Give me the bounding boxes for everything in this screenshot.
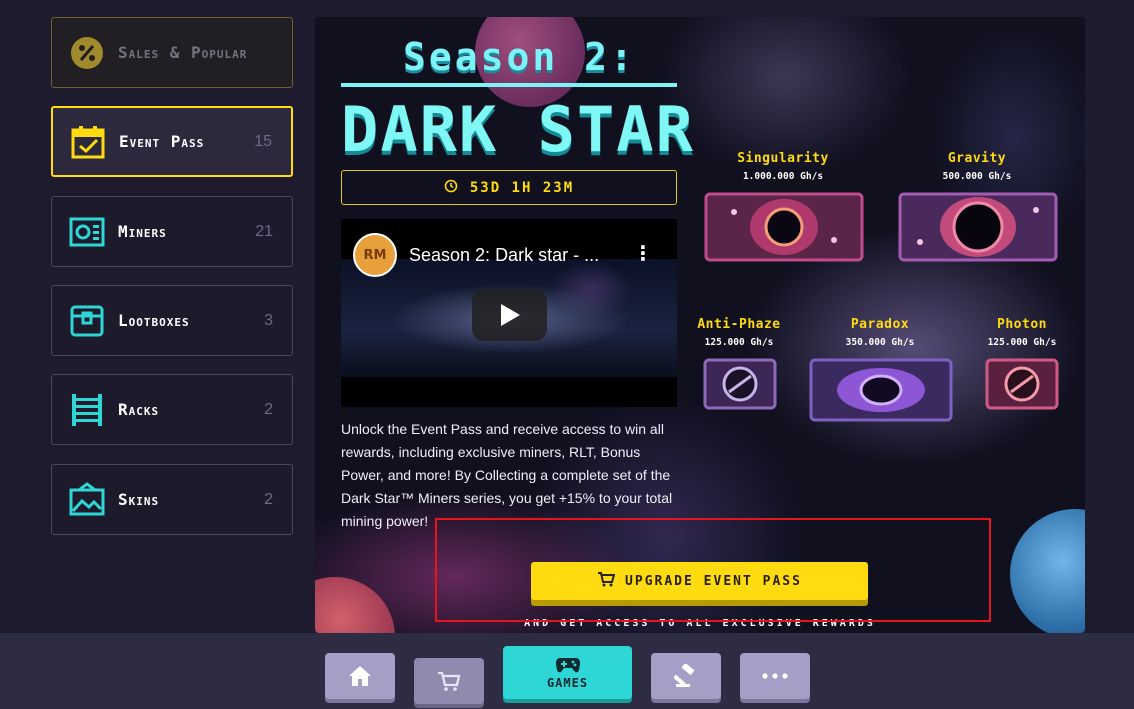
miner-rate: 125.000 Gh/s <box>704 337 774 348</box>
sidebar-item-count: 21 <box>255 222 273 240</box>
timer-value: 53D 1H 23M <box>469 179 575 196</box>
sidebar-item-label: Lootboxes <box>118 311 190 330</box>
miner-rate: 500.000 Gh/s <box>942 171 1012 182</box>
percent-icon <box>69 35 105 71</box>
cart-icon <box>438 671 461 691</box>
more-options-icon[interactable]: ⋮ <box>633 243 653 263</box>
sidebar-item-label: Racks <box>118 400 160 419</box>
calendar-check-icon <box>70 124 106 160</box>
event-title: DARK STAR <box>341 93 695 166</box>
auction-gavel-icon <box>674 664 695 687</box>
miner-name: Paradox <box>850 317 910 332</box>
highlight-box <box>435 518 991 622</box>
miner-icon <box>69 214 105 250</box>
sidebar-item-label: Sales & Popular <box>118 43 248 62</box>
miner-rate: 350.000 Gh/s <box>845 337 915 348</box>
sidebar-item-sales-popular[interactable]: Sales & Popular <box>51 17 293 88</box>
sidebar-item-count: 15 <box>254 132 272 150</box>
miner-name: Anti-Phaze <box>697 317 781 332</box>
sidebar-item-label: Skins <box>118 490 160 509</box>
clock-icon <box>444 178 458 197</box>
miner-rate: 125.000 Gh/s <box>987 337 1057 348</box>
sidebar-item-count: 3 <box>264 311 273 329</box>
paradox-miner-icon[interactable] <box>809 358 953 422</box>
sidebar-item-count: 2 <box>264 490 273 508</box>
games-label: GAMES <box>546 675 589 690</box>
miner-name: Singularity <box>737 151 829 166</box>
singularity-miner-icon[interactable] <box>704 192 864 262</box>
planet-decoration <box>1010 509 1085 633</box>
sidebar-item-miners[interactable]: Miners 21 <box>51 196 293 267</box>
miner-name: Gravity <box>947 151 1007 166</box>
sidebar-item-lootboxes[interactable]: Lootboxes 3 <box>51 285 293 356</box>
bottom-nav: GAMES <box>0 633 1134 709</box>
video-title[interactable]: Season 2: Dark star - ... <box>409 245 599 266</box>
play-icon <box>500 304 520 326</box>
anti-phaze-miner-icon[interactable] <box>703 358 777 410</box>
sidebar-item-skins[interactable]: Skins 2 <box>51 464 293 535</box>
title-divider <box>341 83 677 87</box>
lootbox-icon <box>69 303 105 339</box>
sidebar-item-label: Event Pass <box>119 132 205 151</box>
auction-button[interactable] <box>651 653 721 699</box>
miner-name: Photon <box>997 317 1047 332</box>
gravity-miner-icon[interactable] <box>898 192 1058 262</box>
channel-avatar[interactable]: RM <box>353 233 397 277</box>
miner-rate: 1.000.000 Gh/s <box>742 171 824 182</box>
photon-miner-icon[interactable] <box>985 358 1059 410</box>
more-dots-icon <box>762 673 788 679</box>
sidebar-item-event-pass[interactable]: Event Pass 15 <box>51 106 293 177</box>
market-button[interactable] <box>414 658 484 704</box>
sidebar-item-label: Miners <box>118 222 167 241</box>
skin-image-icon <box>69 481 105 518</box>
rack-icon <box>69 392 105 428</box>
season-title: Season 2: <box>403 35 636 79</box>
gamepad-icon <box>555 657 580 672</box>
play-button[interactable] <box>472 289 547 341</box>
event-description: Unlock the Event Pass and receive access… <box>341 421 673 529</box>
video-player[interactable]: RM Season 2: Dark star - ... ⋮ <box>341 219 677 407</box>
sidebar-item-racks[interactable]: Racks 2 <box>51 374 293 445</box>
home-icon <box>349 666 371 686</box>
games-button[interactable]: GAMES <box>503 646 632 699</box>
sidebar-item-count: 2 <box>264 400 273 418</box>
event-timer: 53D 1H 23M <box>341 170 677 205</box>
more-button[interactable] <box>740 653 810 699</box>
home-button[interactable] <box>325 653 395 699</box>
